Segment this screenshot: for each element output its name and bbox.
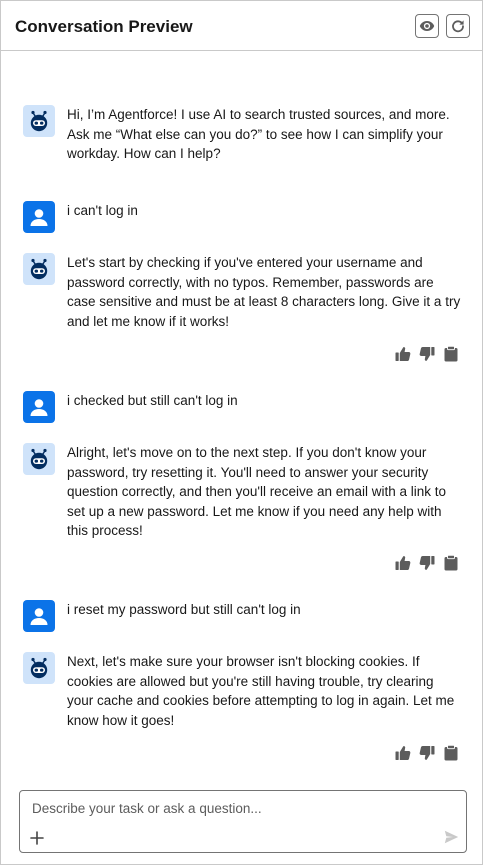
copy-button[interactable] — [442, 744, 460, 762]
thumbs-down-icon — [419, 347, 435, 361]
preview-button[interactable] — [415, 14, 439, 38]
panel-header: Conversation Preview — [1, 1, 482, 51]
message-actions — [394, 744, 460, 762]
message-composer — [19, 790, 467, 853]
message-text: i reset my password but still can't log … — [67, 602, 301, 617]
agentforce-icon — [30, 258, 48, 280]
copy-button[interactable] — [442, 345, 460, 363]
send-button[interactable] — [443, 829, 459, 845]
message-text: i checked but still can't log in — [67, 393, 238, 408]
message-text: Next, let's make sure your browser isn't… — [67, 654, 455, 728]
thumbs-down-icon — [419, 746, 435, 760]
thumbs-down-button[interactable] — [418, 554, 436, 572]
agentforce-icon — [30, 448, 48, 470]
eye-icon — [419, 21, 435, 31]
conversation-preview-panel: Conversation Preview Hi, I’m Agentforce!… — [0, 0, 483, 865]
clipboard-icon — [444, 346, 458, 362]
message-text: Alright, let's move on to the next step.… — [67, 445, 447, 538]
thumbs-up-icon — [395, 746, 411, 760]
message-actions — [394, 554, 460, 572]
user-avatar — [23, 201, 55, 233]
user-avatar — [23, 600, 55, 632]
user-avatar — [23, 391, 55, 423]
refresh-button[interactable] — [446, 14, 470, 38]
agentforce-icon — [30, 657, 48, 679]
message-text: i can't log in — [67, 203, 138, 218]
clipboard-icon — [444, 745, 458, 761]
message-text: Let's start by checking if you've entere… — [67, 255, 461, 329]
agentforce-icon — [30, 110, 48, 132]
plus-icon — [30, 831, 44, 845]
message-input[interactable] — [32, 799, 452, 817]
add-attachment-button[interactable] — [29, 830, 45, 846]
message-text: Hi, I’m Agentforce! I use AI to search t… — [67, 107, 450, 161]
agent-avatar — [23, 443, 55, 475]
thumbs-up-icon — [395, 556, 411, 570]
agent-avatar — [23, 253, 55, 285]
thumbs-up-button[interactable] — [394, 744, 412, 762]
user-icon — [30, 399, 48, 416]
agent-avatar — [23, 105, 55, 137]
user-icon — [30, 209, 48, 226]
refresh-icon — [452, 20, 464, 33]
user-icon — [30, 608, 48, 625]
send-icon — [444, 830, 458, 844]
thumbs-down-button[interactable] — [418, 744, 436, 762]
thumbs-up-button[interactable] — [394, 345, 412, 363]
thumbs-up-button[interactable] — [394, 554, 412, 572]
message-actions — [394, 345, 460, 363]
thumbs-up-icon — [395, 347, 411, 361]
clipboard-icon — [444, 555, 458, 571]
agent-avatar — [23, 652, 55, 684]
panel-title: Conversation Preview — [15, 17, 193, 36]
thumbs-down-icon — [419, 556, 435, 570]
thumbs-down-button[interactable] — [418, 345, 436, 363]
copy-button[interactable] — [442, 554, 460, 572]
